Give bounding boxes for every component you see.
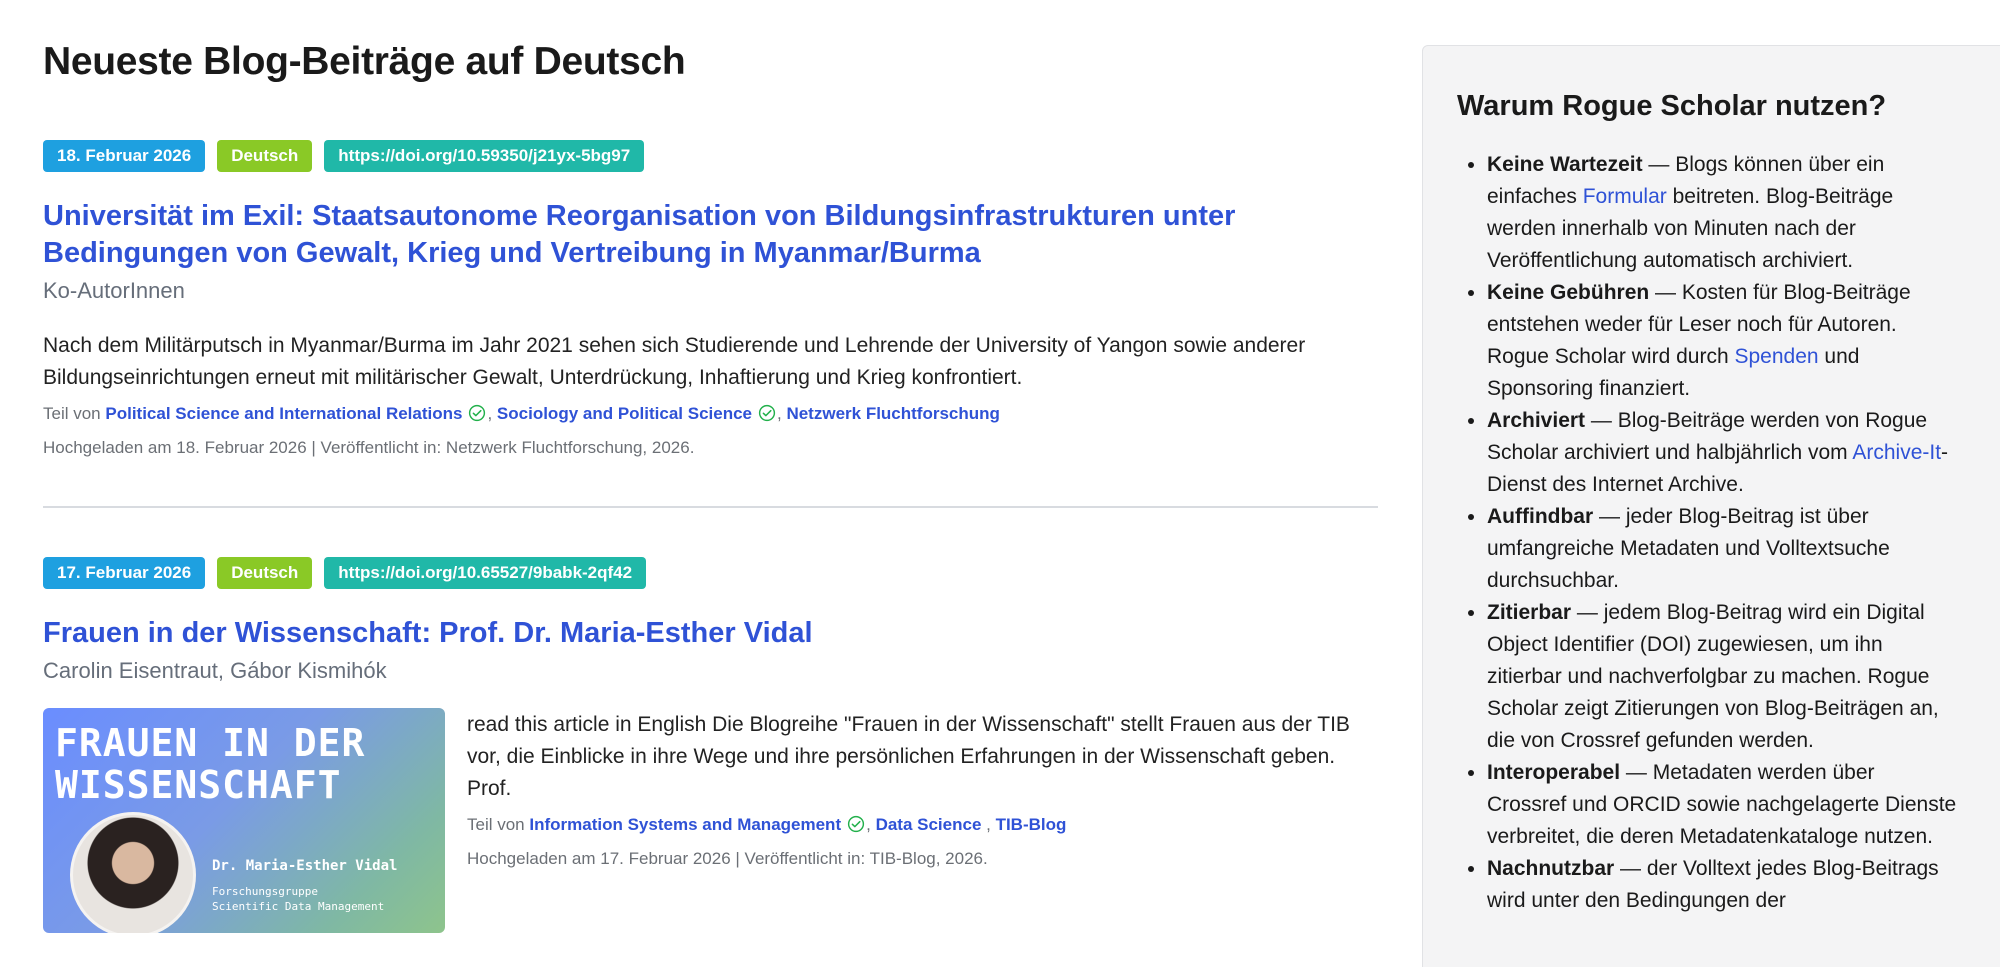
benefit-item: Archiviert — Blog-Beiträge werden von Ro… [1487,405,1957,501]
page-title: Neueste Blog-Beiträge auf Deutsch [43,40,686,83]
archive-it-link[interactable]: Archive-It [1852,441,1941,464]
post-title-link[interactable]: Universität im Exil: Staatsautonome Reor… [43,198,1378,272]
post-excerpt: read this article in English Die Blogrei… [467,713,1350,800]
verified-check-icon [848,815,865,833]
post-authors: Carolin Eisentraut, Gábor Kismihók [43,658,387,683]
verified-check-icon [469,404,486,422]
part-of-label: Teil von [467,815,525,834]
post-meta: Hochgeladen am 18. Februar 2026 | Veröff… [43,438,695,457]
community-link[interactable]: Information Systems and Management [529,815,841,834]
sidebar-panel: Warum Rogue Scholar nutzen? Keine Wartez… [1422,45,2000,967]
thumbnail-group: Forschungsgruppe Scientific Data Managem… [212,884,384,914]
donations-link[interactable]: Spenden [1734,345,1818,368]
post-authors: Ko-AutorInnen [43,278,185,303]
benefit-term: Keine Wartezeit [1487,153,1643,176]
benefit-item: Nachnutzbar — der Volltext jedes Blog-Be… [1487,853,1957,917]
benefit-item: Keine Gebühren — Kosten für Blog-Beiträg… [1487,277,1957,405]
part-of-line: Teil von Information Systems and Managem… [467,815,1067,834]
post-tags: 17. Februar 2026 Deutsch https://doi.org… [43,557,1378,589]
benefits-list: Keine Wartezeit — Blogs können über ein … [1487,149,1957,917]
benefit-term: Zitierbar [1487,601,1572,624]
benefit-item: Auffindbar — jeder Blog-Beitrag ist über… [1487,501,1957,597]
sidebar-title: Warum Rogue Scholar nutzen? [1457,90,1887,122]
part-of-label: Teil von [43,404,101,423]
doi-badge[interactable]: https://doi.org/10.59350/j21yx-5bg97 [324,140,645,172]
post-thumbnail[interactable]: FRAUEN IN DER WISSENSCHAFT Dr. Maria-Est… [43,708,445,933]
benefit-term: Nachnutzbar [1487,857,1615,880]
benefit-item: Keine Wartezeit — Blogs können über ein … [1487,149,1957,277]
community-link[interactable]: Political Science and International Rela… [105,404,462,423]
thumbnail-person-name: Dr. Maria-Esther Vidal [212,858,398,874]
post-meta: Hochgeladen am 17. Februar 2026 | Veröff… [467,849,988,868]
language-badge[interactable]: Deutsch [217,140,313,172]
language-badge[interactable]: Deutsch [217,557,313,589]
portrait-photo [70,812,196,933]
part-of-line: Teil von Political Science and Internati… [43,404,1000,423]
benefit-item: Zitierbar — jedem Blog-Beitrag wird ein … [1487,597,1957,757]
benefit-term: Interoperabel [1487,761,1621,784]
community-link[interactable]: Data Science [876,815,982,834]
doi-badge[interactable]: https://doi.org/10.65527/9babk-2qf42 [324,557,647,589]
community-link[interactable]: TIB-Blog [996,815,1067,834]
post-title-link[interactable]: Frauen in der Wissenschaft: Prof. Dr. Ma… [43,615,1378,652]
thumbnail-group-line: Scientific Data Management [212,900,385,913]
benefit-term: Auffindbar [1487,505,1594,528]
thumbnail-title: FRAUEN IN DER WISSENSCHAFT [55,722,365,806]
blog-post: 18. Februar 2026 Deutsch https://doi.org… [43,140,1378,460]
community-link[interactable]: Sociology and Political Science [497,404,752,423]
date-badge[interactable]: 17. Februar 2026 [43,557,206,589]
form-link[interactable]: Formular [1583,185,1667,208]
thumbnail-group-line: Forschungsgruppe [212,885,318,898]
blog-post: 17. Februar 2026 Deutsch https://doi.org… [43,557,1378,933]
post-tags: 18. Februar 2026 Deutsch https://doi.org… [43,140,1378,172]
community-link[interactable]: Netzwerk Fluchtforschung [786,404,999,423]
date-badge[interactable]: 18. Februar 2026 [43,140,206,172]
post-excerpt: Nach dem Militärputsch in Myanmar/Burma … [43,334,1306,389]
benefit-term: Archiviert [1487,409,1586,432]
benefit-term: Keine Gebühren [1487,281,1650,304]
thumbnail-title-line: WISSENSCHAFT [55,763,342,807]
benefit-item: Interoperabel — Metadaten werden über Cr… [1487,757,1957,853]
thumbnail-title-line: FRAUEN IN DER [55,721,366,765]
post-text-column: read this article in English Die Blogrei… [467,708,1378,933]
verified-check-icon [758,404,776,422]
post-divider [43,506,1378,508]
